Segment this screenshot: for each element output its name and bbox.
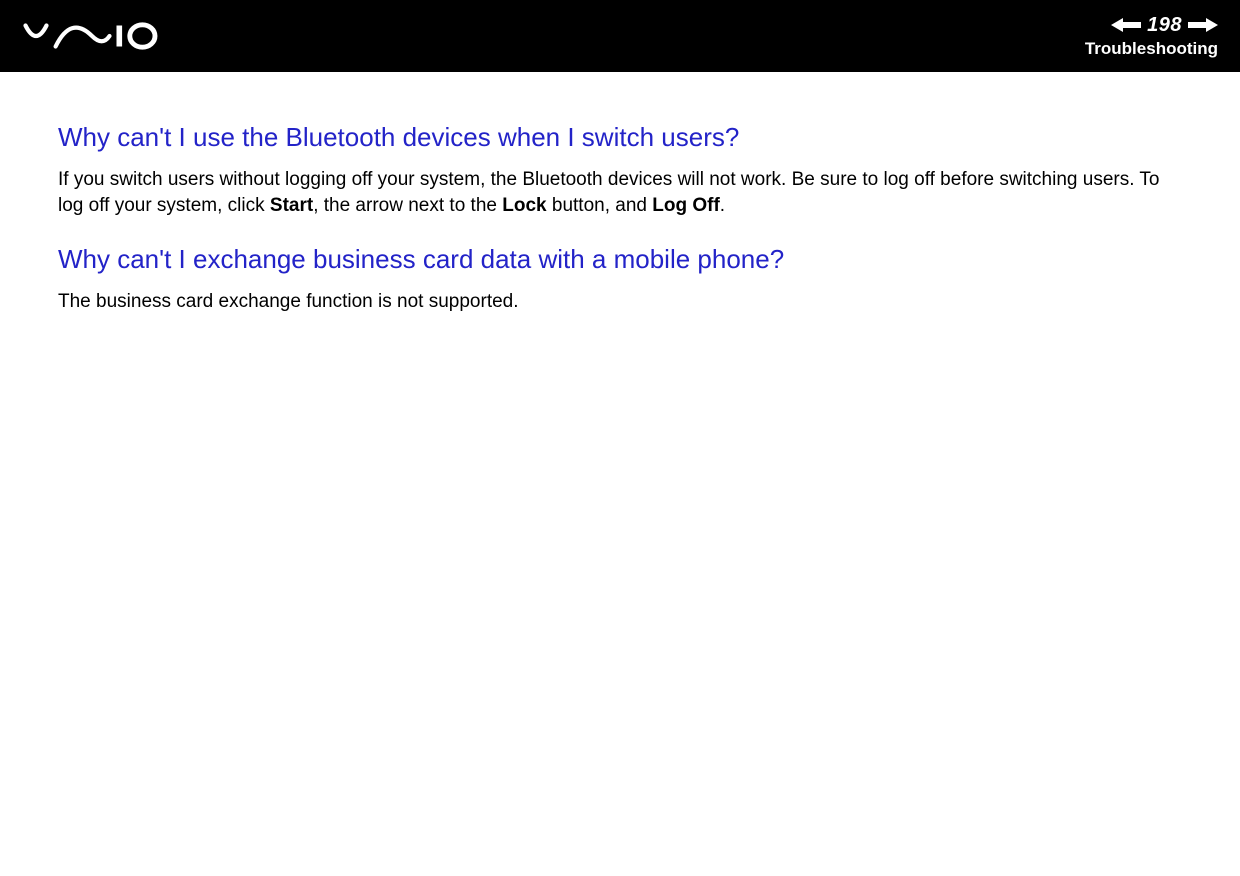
page-navigation: 198 [1111,14,1218,37]
document-content: Why can't I use the Bluetooth devices wh… [0,72,1240,391]
document-header: 198 Troubleshooting [0,0,1240,72]
page-number: 198 [1147,14,1182,37]
nav-prev-icon[interactable] [1111,18,1141,32]
qa-block: Why can't I exchange business card data … [58,244,1182,315]
nav-next-icon[interactable] [1188,18,1218,32]
answer-text: If you switch users without logging off … [58,167,1182,218]
question-heading: Why can't I exchange business card data … [58,244,1182,275]
section-title: Troubleshooting [1085,39,1218,59]
qa-block: Why can't I use the Bluetooth devices wh… [58,122,1182,218]
answer-text: The business card exchange function is n… [58,289,1182,315]
vaio-logo [22,22,162,50]
header-right: 198 Troubleshooting [1085,14,1218,59]
question-heading: Why can't I use the Bluetooth devices wh… [58,122,1182,153]
